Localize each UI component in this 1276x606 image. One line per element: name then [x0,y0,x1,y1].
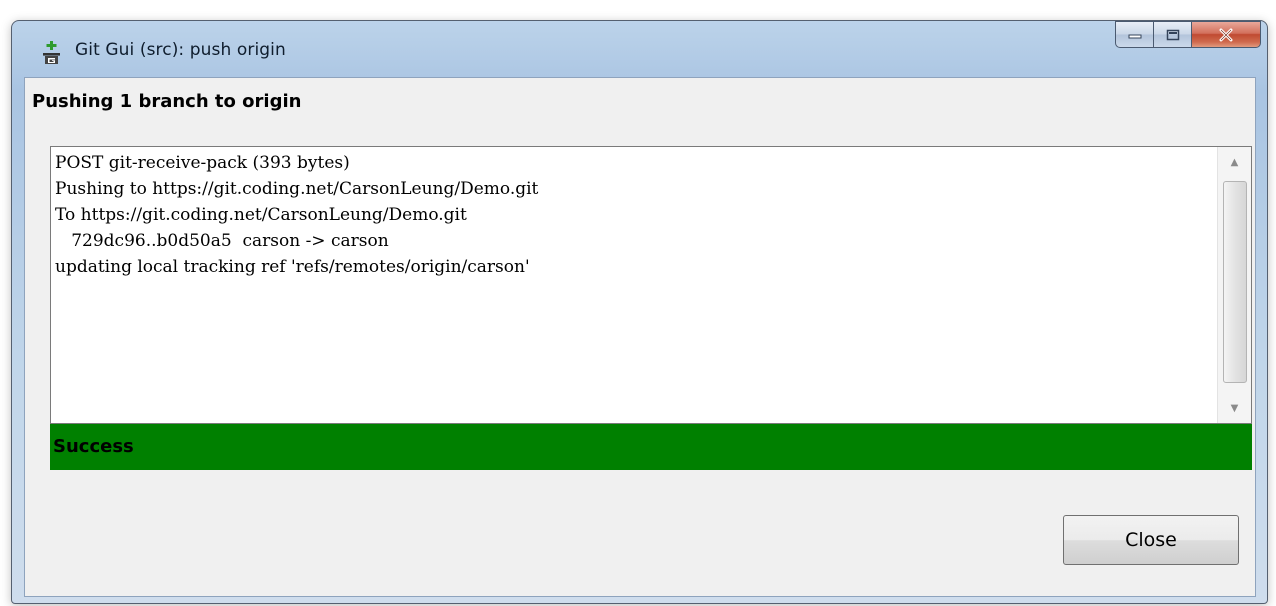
push-log-text: POST git-receive-pack (393 bytes) Pushin… [55,150,1211,280]
close-button[interactable]: Close [1063,515,1239,565]
log-line: 729dc96..b0d50a5 carson -> carson [55,231,389,251]
minimize-icon [1128,34,1141,38]
git-gui-icon [43,41,60,64]
status-text: Success [53,436,134,457]
push-log-output[interactable]: POST git-receive-pack (393 bytes) Pushin… [50,146,1252,424]
log-line: Pushing to https://git.coding.net/Carson… [55,179,539,199]
scroll-up-arrow-icon[interactable]: ▲ [1218,147,1251,177]
log-scrollbar[interactable]: ▲ ▼ [1217,147,1251,423]
window-controls [1115,21,1261,51]
title-bar[interactable]: Git Gui (src): push origin [12,21,1267,77]
scroll-down-arrow-icon[interactable]: ▼ [1218,393,1251,423]
log-line: To https://git.coding.net/CarsonLeung/De… [55,205,467,225]
status-bar: Success [50,424,1252,470]
log-line: updating local tracking ref 'refs/remote… [55,257,530,277]
dialog-heading: Pushing 1 branch to origin [32,91,302,112]
scrollbar-thumb[interactable] [1223,181,1247,383]
log-line: POST git-receive-pack (393 bytes) [55,153,350,173]
maximize-icon [1166,29,1179,40]
minimize-button[interactable] [1115,21,1153,48]
maximize-button[interactable] [1153,21,1191,48]
close-icon [1219,28,1233,41]
window-title: Git Gui (src): push origin [75,40,286,60]
close-window-button[interactable] [1191,21,1261,48]
